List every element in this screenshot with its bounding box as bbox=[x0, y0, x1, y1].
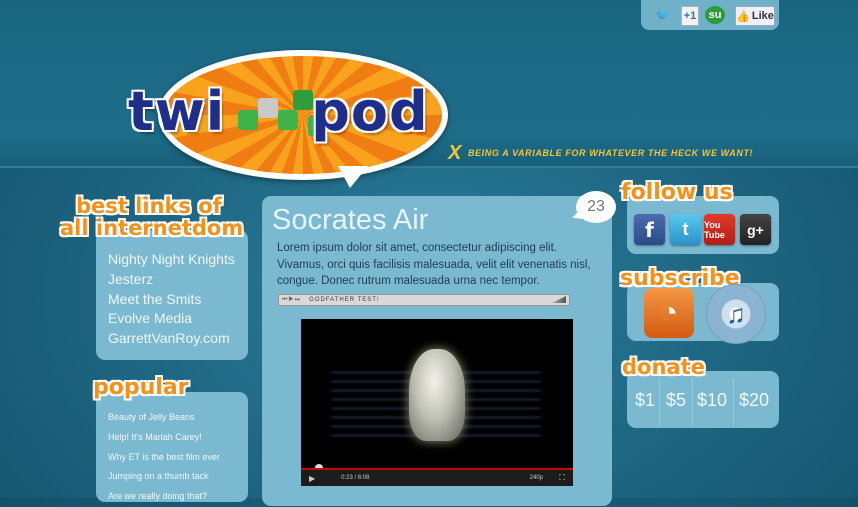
share-bar: 🐦 +1 su 👍 Like bbox=[641, 0, 779, 30]
donate-divider bbox=[692, 378, 693, 426]
audio-controls-icon[interactable]: ⏮▶⏭ bbox=[282, 297, 301, 304]
best-links-title-line2: all internetdom bbox=[60, 216, 244, 240]
thumbs-up-icon: 👍 bbox=[736, 10, 750, 23]
video-quality[interactable]: 240p bbox=[530, 475, 543, 481]
logo-text-left: twi bbox=[128, 80, 226, 143]
popular-item[interactable]: Why ET is the best film ever bbox=[108, 448, 220, 468]
follow-title: follow us bbox=[621, 180, 733, 205]
popular-item[interactable]: Are we really doing that? bbox=[108, 487, 220, 507]
best-link-item[interactable]: GarrettVanRoy.com bbox=[108, 329, 235, 349]
itunes-icon[interactable]: ♫ bbox=[706, 284, 766, 344]
best-links-list: Nighty Night Knights Jesterz Meet the Sm… bbox=[108, 250, 235, 349]
fullscreen-icon[interactable]: ⛶ bbox=[559, 473, 565, 483]
audio-player[interactable]: ⏮▶⏭ GODFATHER TEST! bbox=[278, 294, 570, 306]
rss-icon[interactable]: ◔ bbox=[644, 288, 694, 338]
stumbleupon-icon[interactable]: su bbox=[705, 6, 725, 24]
best-links-title-line1: best links of bbox=[76, 194, 222, 218]
popular-item[interactable]: Jumping on a thumb tack bbox=[108, 467, 220, 487]
best-links-title: best links of all internetdom bbox=[60, 194, 243, 239]
facebook-icon[interactable]: f bbox=[634, 214, 665, 245]
popular-item[interactable]: Beauty of Jelly Beans bbox=[108, 408, 220, 428]
twitter-icon[interactable]: t bbox=[670, 214, 701, 245]
youtube-icon[interactable]: You Tube bbox=[704, 214, 735, 245]
googleplus-icon[interactable]: g+ bbox=[740, 214, 771, 245]
logo-wordmark: twi pod bbox=[128, 80, 429, 143]
socrates-bust-image bbox=[409, 349, 465, 441]
video-controls: ▶ 0:23 / 6:08 240p ⛶ bbox=[301, 468, 573, 486]
logo-text-right: pod bbox=[311, 80, 429, 143]
logo-bubble-tail bbox=[338, 166, 368, 188]
donate-1-button[interactable]: $1 bbox=[635, 390, 655, 411]
post-body: Lorem ipsum dolor sit amet, consectetur … bbox=[277, 242, 591, 287]
donate-20-button[interactable]: $20 bbox=[739, 390, 769, 411]
volume-icon[interactable] bbox=[552, 296, 566, 303]
tagline-text: BEING A VARIABLE FOR WHATEVER THE HECK W… bbox=[467, 148, 754, 158]
donate-divider bbox=[733, 378, 734, 426]
best-link-item[interactable]: Jesterz bbox=[108, 270, 235, 290]
donate-10-button[interactable]: $10 bbox=[697, 390, 727, 411]
facebook-like-button[interactable]: 👍 Like bbox=[735, 6, 775, 26]
donate-title: donate bbox=[622, 355, 705, 379]
donate-divider bbox=[659, 378, 660, 426]
site-tagline: X BEING A VARIABLE FOR WHATEVER THE HECK … bbox=[448, 142, 753, 165]
comment-count-bubble[interactable]: 23 bbox=[576, 191, 616, 223]
fb-like-label: Like bbox=[751, 10, 774, 22]
video-player[interactable]: ▶ 0:23 / 6:08 240p ⛶ bbox=[301, 319, 573, 486]
twitter-bird-icon[interactable]: 🐦 bbox=[649, 6, 675, 24]
popular-title: popular bbox=[93, 375, 189, 400]
post-title[interactable]: Socrates Air bbox=[272, 204, 428, 237]
best-link-item[interactable]: Nighty Night Knights bbox=[108, 250, 235, 270]
donate-5-button[interactable]: $5 bbox=[666, 390, 686, 411]
popular-item[interactable]: Help! It's Mariah Carey! bbox=[108, 428, 220, 448]
play-icon[interactable]: ▶ bbox=[309, 474, 315, 483]
best-link-item[interactable]: Meet the Smits bbox=[108, 290, 235, 310]
gplus-one-button[interactable]: +1 bbox=[681, 6, 699, 26]
audio-track-label: GODFATHER TEST! bbox=[309, 297, 380, 303]
tagline-x: X bbox=[448, 142, 462, 164]
best-link-item[interactable]: Evolve Media bbox=[108, 309, 235, 329]
site-logo[interactable]: twi pod bbox=[128, 50, 450, 188]
popular-list: Beauty of Jelly Beans Help! It's Mariah … bbox=[108, 408, 220, 507]
video-time: 0:23 / 6:08 bbox=[341, 475, 370, 481]
